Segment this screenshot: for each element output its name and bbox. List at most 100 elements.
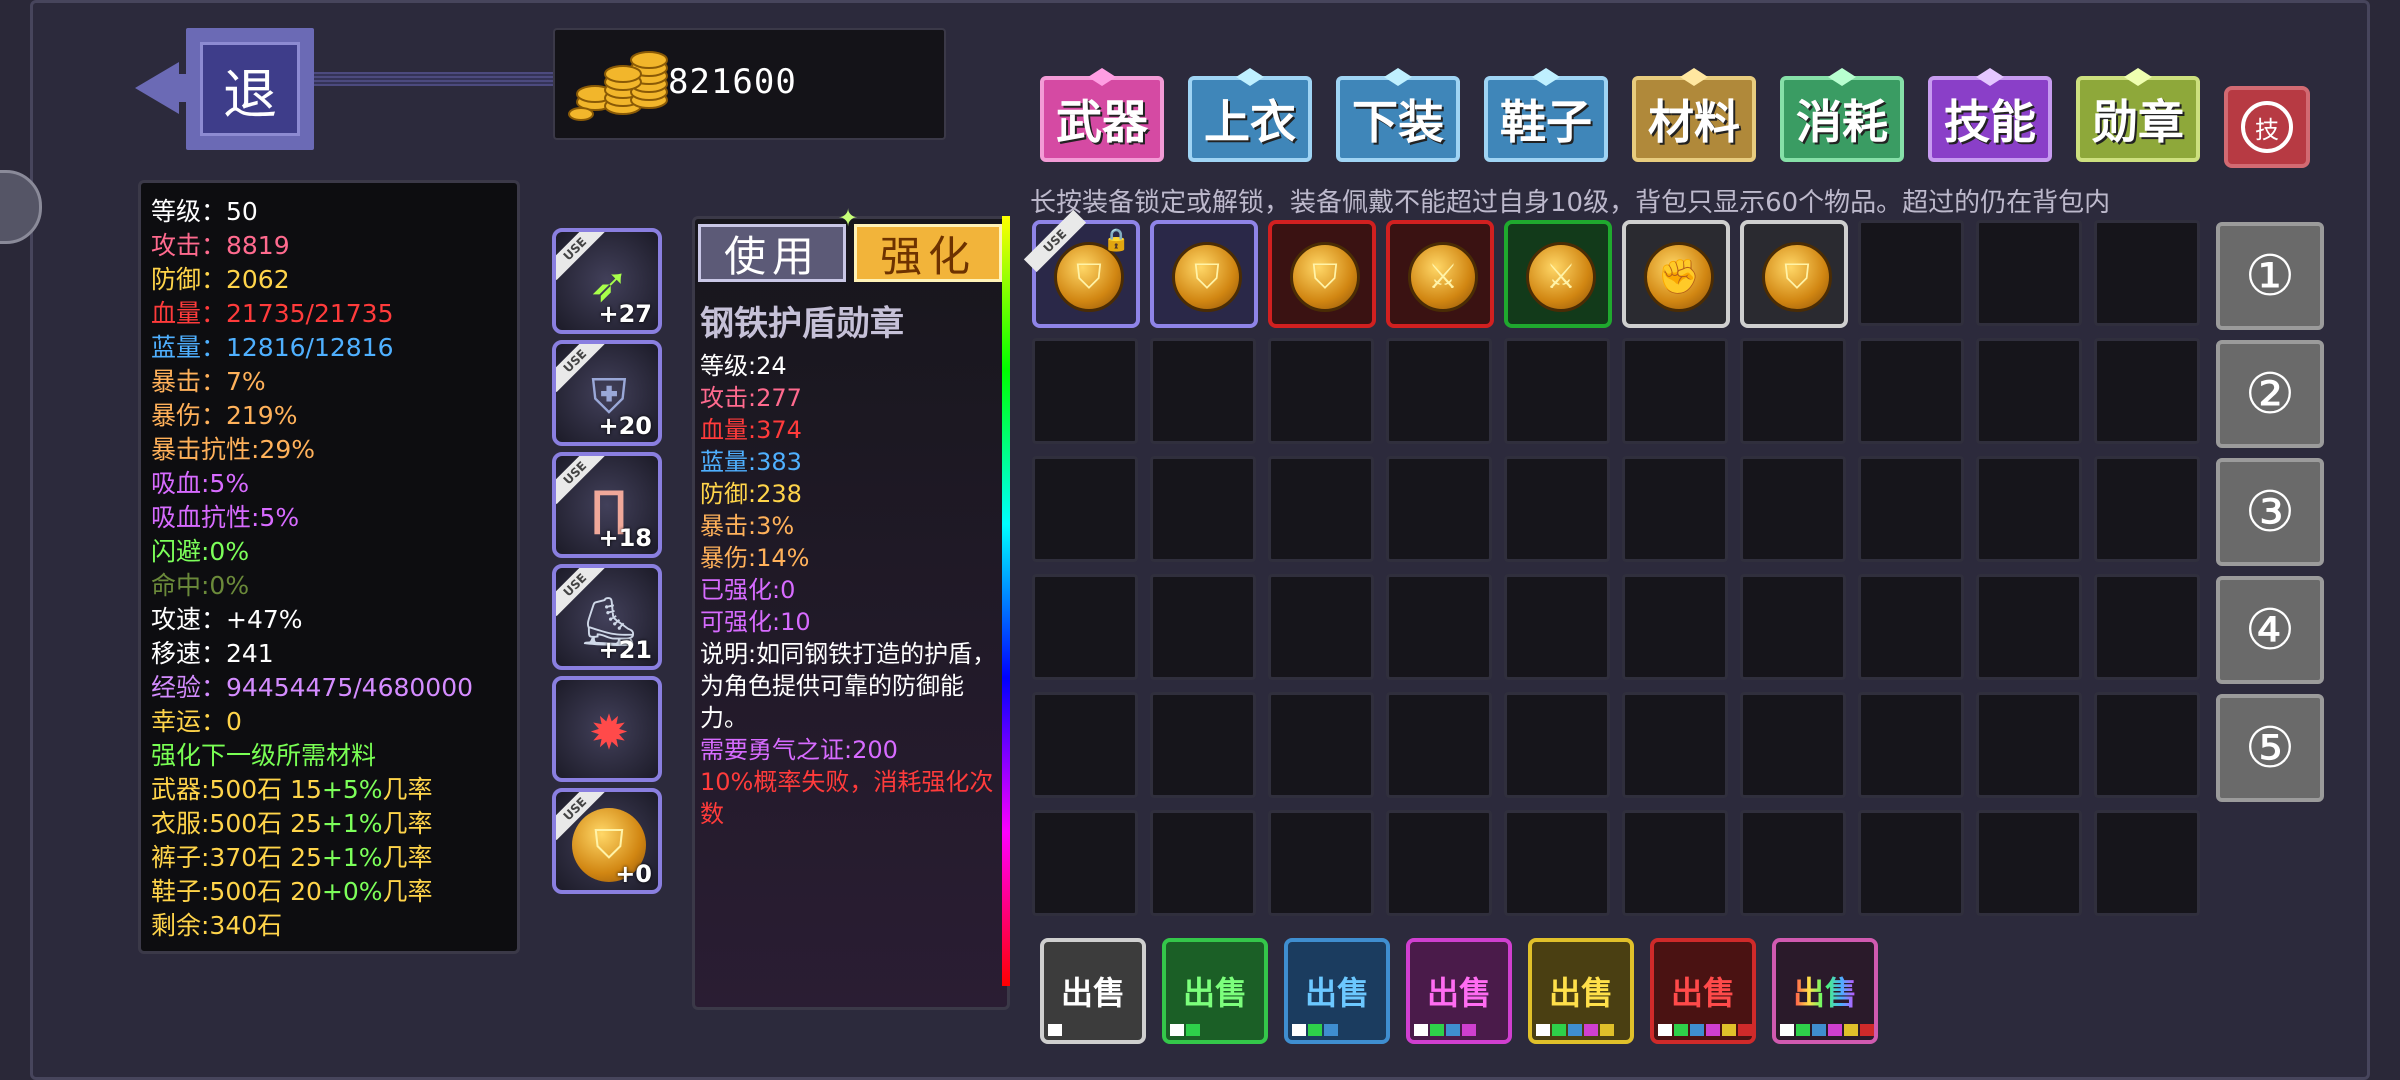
inventory-item[interactable]: ✊ [1622, 220, 1730, 328]
category-tab[interactable]: 技能 [1928, 68, 2052, 162]
material-amount: 武器:500石 15 [151, 775, 322, 804]
inventory-slot-empty[interactable] [1150, 574, 1256, 680]
loadout-button[interactable]: ④ [2216, 576, 2324, 684]
equipped-slot[interactable]: ➶ USE +27 [552, 228, 662, 334]
inventory-item[interactable]: ⚔ [1386, 220, 1494, 328]
inventory-slot-empty[interactable] [1268, 456, 1374, 562]
inventory-slot-empty[interactable] [1504, 574, 1610, 680]
inventory-slot-empty[interactable] [1740, 338, 1846, 444]
inventory-slot-empty[interactable] [1386, 692, 1492, 798]
tab-use[interactable]: 使用 [698, 224, 846, 282]
item-stats: 等级:24 攻击:277 血量:374 蓝量:383 防御:238 暴击:3% 暴伤:14%… [700, 350, 1006, 830]
inventory-slot-empty[interactable] [2094, 456, 2200, 562]
rarity-dots [1170, 1024, 1200, 1036]
inventory-slot-empty[interactable] [1032, 692, 1138, 798]
inventory-item[interactable]: ⚔ [1504, 220, 1612, 328]
inventory-slot-empty[interactable] [1150, 810, 1256, 916]
inventory-slot-empty[interactable] [1032, 338, 1138, 444]
enhance-warning: 10%概率失败，消耗强化次数 [700, 768, 994, 828]
inventory-slot-empty[interactable] [2094, 810, 2200, 916]
inventory-slot-empty[interactable] [1622, 456, 1728, 562]
category-tab[interactable]: 武器 [1040, 68, 1164, 162]
sell-button[interactable]: 出售 [1162, 938, 1268, 1044]
inventory-slot-empty[interactable] [1268, 574, 1374, 680]
skill-refresh-button[interactable]: 技 [2224, 86, 2310, 168]
inventory-slot-empty[interactable] [1740, 692, 1846, 798]
inventory-slot-empty[interactable] [1032, 810, 1138, 916]
sell-button[interactable]: 出售 [1284, 938, 1390, 1044]
equipped-slot[interactable]: ✹ [552, 676, 662, 782]
tab-enhance[interactable]: 强化 [854, 224, 1002, 282]
inventory-slot-empty[interactable] [2094, 220, 2200, 326]
sell-button[interactable]: 出售 [1040, 938, 1146, 1044]
inventory-item[interactable]: ⛉ [1740, 220, 1848, 328]
loadout-button[interactable]: ① [2216, 222, 2324, 330]
inventory-slot-empty[interactable] [1504, 338, 1610, 444]
inventory-slot-empty[interactable] [2094, 338, 2200, 444]
rarity-dot [1446, 1024, 1460, 1036]
inventory-slot-empty[interactable] [1740, 456, 1846, 562]
category-tab[interactable]: 下装 [1336, 68, 1460, 162]
sell-button[interactable]: 出售 [1406, 938, 1512, 1044]
inventory-slot-empty[interactable] [1976, 810, 2082, 916]
inventory-slot-empty[interactable] [1858, 220, 1964, 326]
inventory-slot-empty[interactable] [1622, 692, 1728, 798]
inventory-slot-empty[interactable] [1268, 692, 1374, 798]
inventory-slot-empty[interactable] [1504, 456, 1610, 562]
inventory-slot-empty[interactable] [1976, 574, 2082, 680]
inventory-slot-empty[interactable] [1150, 692, 1256, 798]
equipped-slot[interactable]: ⛸ USE +21 [552, 564, 662, 670]
category-tab[interactable]: 上衣 [1188, 68, 1312, 162]
category-tab[interactable]: 材料 [1632, 68, 1756, 162]
inventory-slot-empty[interactable] [1150, 338, 1256, 444]
inventory-slot-empty[interactable] [1622, 574, 1728, 680]
inventory-slot-empty[interactable] [1268, 338, 1374, 444]
category-tab[interactable]: 鞋子 [1484, 68, 1608, 162]
equipped-slot[interactable]: ⛨ USE +20 [552, 340, 662, 446]
inventory-slot-empty[interactable] [1504, 692, 1610, 798]
inventory-slot-empty[interactable] [1858, 574, 1964, 680]
inventory-slot-empty[interactable] [1976, 692, 2082, 798]
inventory-slot-empty[interactable] [1386, 574, 1492, 680]
inventory-slot-empty[interactable] [1976, 220, 2082, 326]
inventory-slot-empty[interactable] [1858, 338, 1964, 444]
inventory-slot-empty[interactable] [1740, 810, 1846, 916]
material-amount: 鞋子:500石 20 [151, 877, 322, 906]
loadout-button[interactable]: ② [2216, 340, 2324, 448]
inventory-slot-empty[interactable] [1976, 338, 2082, 444]
inventory-slot-empty[interactable] [1622, 338, 1728, 444]
loadout-button[interactable]: ⑤ [2216, 694, 2324, 802]
inventory-slot-empty[interactable] [2094, 574, 2200, 680]
inventory-slot-empty[interactable] [1858, 810, 1964, 916]
item-requirement: 需要勇气之证:200 [700, 736, 898, 764]
inventory-slot-empty[interactable] [1740, 574, 1846, 680]
inventory-item[interactable]: ⛉ USE 🔒 [1023, 209, 1140, 328]
inventory-slot-empty[interactable] [1032, 456, 1138, 562]
category-tab[interactable]: 消耗 [1780, 68, 1904, 162]
loadout-button[interactable]: ③ [2216, 458, 2324, 566]
sell-button[interactable]: 出售 [1772, 938, 1878, 1044]
sell-button[interactable]: 出售 [1650, 938, 1756, 1044]
inventory-slot-empty[interactable] [1858, 456, 1964, 562]
equipped-slot[interactable]: ⛉ USE +0 [552, 788, 662, 894]
back-button-label[interactable]: 退 [200, 42, 300, 136]
category-tab[interactable]: 勋章 [2076, 68, 2200, 162]
back-arrow-icon[interactable] [135, 62, 179, 114]
inventory-slot-empty[interactable] [2094, 692, 2200, 798]
material-suffix: 几率 [382, 843, 433, 872]
inventory-slot-empty[interactable] [1032, 574, 1138, 680]
inventory-slot-empty[interactable] [1858, 692, 1964, 798]
inventory-slot-empty[interactable] [1150, 456, 1256, 562]
inventory-item[interactable]: ⛉ [1268, 220, 1376, 328]
inventory-slot-empty[interactable] [1976, 456, 2082, 562]
inventory-item[interactable]: ⛉ [1150, 220, 1258, 328]
inventory-slot-empty[interactable] [1386, 456, 1492, 562]
gold-coins-icon [568, 51, 668, 121]
inventory-slot-empty[interactable] [1622, 810, 1728, 916]
sell-button[interactable]: 出售 [1528, 938, 1634, 1044]
inventory-slot-empty[interactable] [1268, 810, 1374, 916]
inventory-slot-empty[interactable] [1386, 338, 1492, 444]
inventory-slot-empty[interactable] [1504, 810, 1610, 916]
equipped-slot[interactable]: ∏ USE +18 [552, 452, 662, 558]
inventory-slot-empty[interactable] [1386, 810, 1492, 916]
